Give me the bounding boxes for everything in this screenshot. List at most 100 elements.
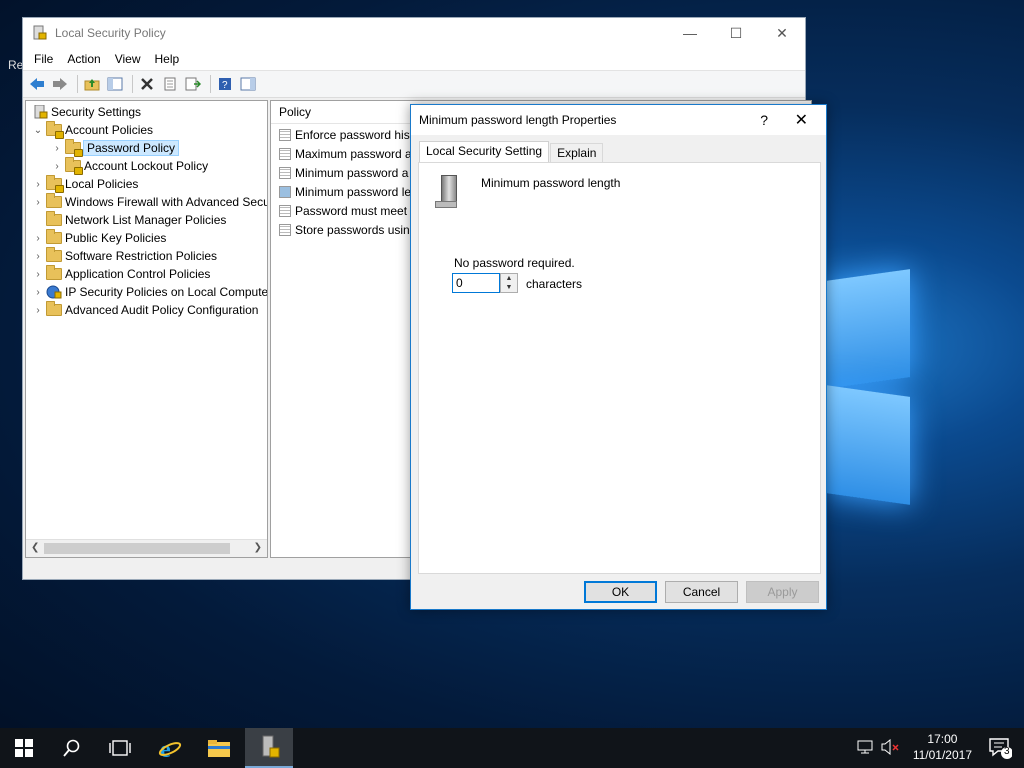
list-item-label: Maximum password a [295,146,412,161]
spin-down-icon[interactable]: ▼ [501,283,517,292]
task-view-icon[interactable] [96,728,144,768]
dialog-titlebar[interactable]: Minimum password length Properties ? ✕ [411,105,826,135]
tree-item-network-list[interactable]: Network List Manager Policies [44,211,226,229]
chevron-right-icon[interactable]: › [32,179,44,190]
maximize-icon[interactable]: ☐ [713,18,759,48]
tab-local-security-setting[interactable]: Local Security Setting [419,141,550,163]
tree-label: Public Key Policies [65,231,167,245]
internet-explorer-icon[interactable]: e [146,728,194,768]
tree-label: Local Policies [65,177,139,191]
chevron-right-icon[interactable]: › [32,197,44,208]
chevron-right-icon[interactable]: › [32,305,44,316]
list-item[interactable]: Store passwords using [279,220,416,239]
tree-item-software-restriction[interactable]: › Software Restriction Policies [32,247,217,265]
chevron-down-icon[interactable]: ⌄ [32,125,44,136]
action-pane-icon[interactable] [238,74,258,94]
search-icon[interactable] [48,728,96,768]
policy-icon [279,223,291,236]
folder-icon [46,193,62,209]
setting-hint: No password required. [454,256,575,270]
list-item[interactable]: Password must meet c [279,201,416,220]
length-stepper[interactable]: ▲ ▼ [452,273,520,295]
taskbar: e 17:00 11/01/2017 3 [0,728,1024,768]
notification-count-badge: 3 [1004,746,1010,757]
list-item[interactable]: Enforce password histo [279,125,420,144]
minimize-icon[interactable]: — [667,18,713,48]
tree-item-password-policy[interactable]: › Password Policy [51,139,180,157]
action-center-icon[interactable]: 3 [988,736,1013,759]
tree-item-account-lockout-policy[interactable]: › Account Lockout Policy [51,157,208,175]
back-arrow-icon[interactable] [27,74,47,94]
policy-icon [279,166,291,179]
tree-item-account-policies[interactable]: ⌄ Account Policies [32,121,153,139]
chevron-right-icon[interactable]: › [32,287,44,298]
folder-icon [46,247,62,263]
scroll-left-icon[interactable]: ❮ [31,542,39,553]
network-icon[interactable] [856,739,874,758]
start-windows-icon[interactable] [0,728,48,768]
export-list-icon[interactable] [183,74,203,94]
tree-item-security-settings[interactable]: Security Settings [30,103,141,121]
help-icon[interactable]: ? [215,74,235,94]
list-item[interactable]: Maximum password a [279,144,412,163]
dialog-tabs: Local Security Setting Explain [419,141,604,163]
chevron-right-icon[interactable]: › [32,251,44,262]
list-item-label: Password must meet c [295,203,417,218]
scroll-right-icon[interactable]: ❯ [254,542,262,553]
close-icon[interactable]: ✕ [795,110,808,130]
column-header-label: Policy [279,105,312,119]
tree-item-local-policies[interactable]: › Local Policies [32,175,138,193]
menu-action[interactable]: Action [60,52,107,66]
taskbar-local-security-policy-icon[interactable] [245,728,293,768]
tree-horizontal-scrollbar[interactable]: ❮ ❯ [26,539,267,557]
security-policy-icon [31,25,47,41]
chevron-right-icon[interactable]: › [51,161,63,172]
properties-icon[interactable] [160,74,180,94]
up-folder-icon[interactable] [82,74,102,94]
unit-label: characters [526,277,583,291]
server-icon [435,175,459,208]
window-titlebar[interactable]: Local Security Policy — ☐ ✕ [23,18,805,48]
toolbar: ? [23,71,805,98]
chevron-right-icon[interactable]: › [51,143,63,154]
setting-name: Minimum password length [481,176,621,190]
tree-item-windows-firewall[interactable]: › Windows Firewall with Advanced Secu [32,193,268,211]
ok-button[interactable]: OK [584,581,657,603]
cancel-button[interactable]: Cancel [665,581,738,603]
chevron-right-icon[interactable]: › [32,269,44,280]
locked-folder-icon [46,121,64,139]
tree-label: Advanced Audit Policy Configuration [65,303,259,317]
window-title: Local Security Policy [55,26,166,40]
tree-item-application-control[interactable]: › Application Control Policies [32,265,210,283]
tab-explain[interactable]: Explain [550,143,604,163]
windows-logo-wallpaper [826,255,912,505]
menu-help[interactable]: Help [148,52,187,66]
tree-label: Network List Manager Policies [65,213,227,227]
list-item[interactable]: Minimum password a [279,163,408,182]
forward-arrow-icon[interactable] [50,74,70,94]
length-input[interactable] [452,273,500,293]
tree-item-ip-security[interactable]: › IP Security Policies on Local Compute [32,283,267,301]
tree-label: Application Control Policies [65,267,211,281]
menu-view[interactable]: View [108,52,148,66]
system-clock[interactable]: 17:00 11/01/2017 [913,731,972,763]
help-question-icon[interactable]: ? [760,112,768,128]
file-explorer-icon[interactable] [195,728,243,768]
list-item[interactable]: Minimum password le [279,182,411,201]
show-hide-tree-icon[interactable] [105,74,125,94]
spin-up-icon[interactable]: ▲ [501,274,517,283]
apply-button[interactable]: Apply [746,581,819,603]
tree-label: Software Restriction Policies [65,249,218,263]
tree-label: Windows Firewall with Advanced Secu [65,195,268,209]
menu-file[interactable]: File [27,52,60,66]
tree-item-public-key[interactable]: › Public Key Policies [32,229,166,247]
clock-time: 17:00 [927,732,958,746]
scrollbar-thumb[interactable] [44,543,230,554]
tree-label: Account Lockout Policy [84,159,209,173]
tree-item-advanced-audit[interactable]: › Advanced Audit Policy Configuration [32,301,258,319]
delete-icon[interactable] [137,74,157,94]
close-icon[interactable]: ✕ [759,18,805,48]
chevron-right-icon[interactable]: › [32,233,44,244]
list-item-label: Store passwords using [295,222,417,237]
volume-muted-icon[interactable] [880,738,900,758]
